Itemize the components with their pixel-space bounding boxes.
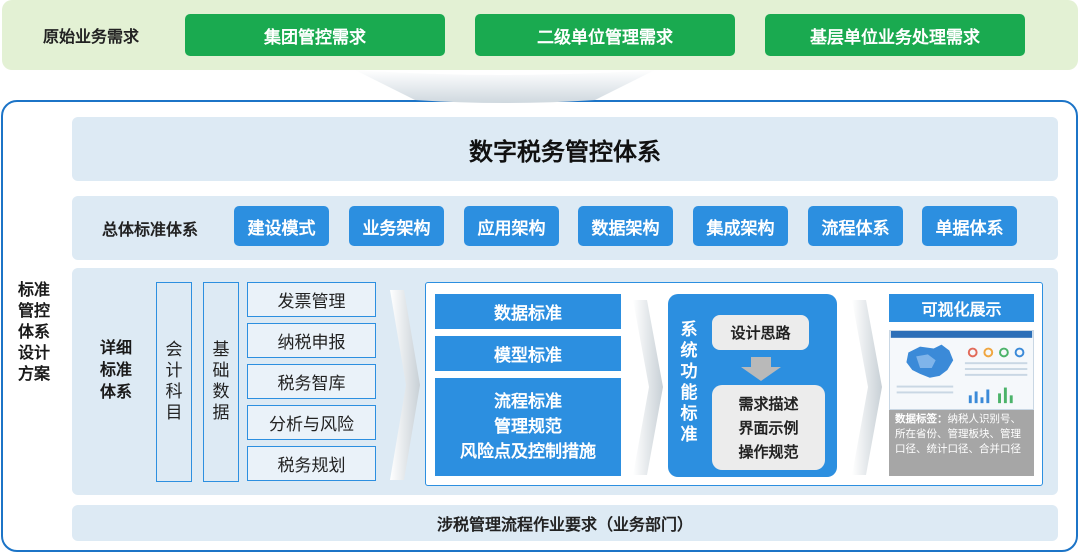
accounting-subjects-box: 会计科目 bbox=[156, 282, 192, 482]
data-standard: 数据标准 bbox=[435, 294, 621, 329]
req-item-secondary-unit: 二级单位管理需求 bbox=[475, 14, 735, 56]
design-idea-box: 设计思路 bbox=[712, 315, 809, 350]
visualization-title: 可视化展示 bbox=[889, 294, 1034, 322]
requirement-title: 原始业务需求 bbox=[42, 27, 139, 46]
model-standard: 模型标准 bbox=[435, 336, 621, 371]
module-invoice: 发票管理 bbox=[247, 282, 376, 317]
system-title: 数字税务管控体系 bbox=[72, 117, 1058, 181]
base-data-box: 基础数据 bbox=[203, 282, 239, 482]
overall-standard-panel bbox=[72, 196, 1058, 260]
item-application-architecture: 应用架构 bbox=[464, 206, 559, 246]
arrow-down-icon bbox=[741, 357, 781, 381]
system-function-label: 系统功能标准 bbox=[680, 320, 698, 445]
item-data-architecture: 数据架构 bbox=[578, 206, 673, 246]
module-tax-knowledge: 税务智库 bbox=[247, 364, 376, 399]
chevron-right-icon bbox=[852, 300, 882, 475]
requirement-spec-box: 需求描述 界面示例 操作规范 bbox=[712, 385, 825, 470]
item-document-system: 单据体系 bbox=[922, 206, 1017, 246]
req-item-group-control: 集团管控需求 bbox=[185, 14, 445, 56]
req-item-grassroots-unit: 基层单位业务处理需求 bbox=[765, 14, 1025, 56]
frame-label: 标准 管控 体系 设计 方案 bbox=[17, 279, 50, 383]
dashboard-preview-image bbox=[889, 330, 1034, 410]
process-standard: 流程标准 管理规范 风险点及控制措施 bbox=[435, 378, 621, 476]
process-requirement-band: 涉税管理流程作业要求（业务部门） bbox=[72, 505, 1058, 541]
overall-standard-label: 总体标准体系 bbox=[101, 220, 198, 239]
chevron-right-icon bbox=[633, 300, 663, 475]
item-business-architecture: 业务架构 bbox=[349, 206, 444, 246]
module-analysis-risk: 分析与风险 bbox=[247, 405, 376, 440]
item-integration-architecture: 集成架构 bbox=[693, 206, 788, 246]
data-tag-note: 数据标签：纳税人识别号、所在省份、管理板块、管理口径、统计口径、合并口径 bbox=[889, 410, 1034, 476]
module-tax-filing: 纳税申报 bbox=[247, 323, 376, 358]
module-tax-planning: 税务规划 bbox=[247, 446, 376, 481]
chevron-right-icon bbox=[390, 290, 420, 480]
item-process-system: 流程体系 bbox=[808, 206, 903, 246]
detail-standard-label: 详细 标准 体系 bbox=[99, 338, 132, 401]
funnel-arrow bbox=[355, 70, 655, 103]
item-build-mode: 建设模式 bbox=[234, 206, 329, 246]
